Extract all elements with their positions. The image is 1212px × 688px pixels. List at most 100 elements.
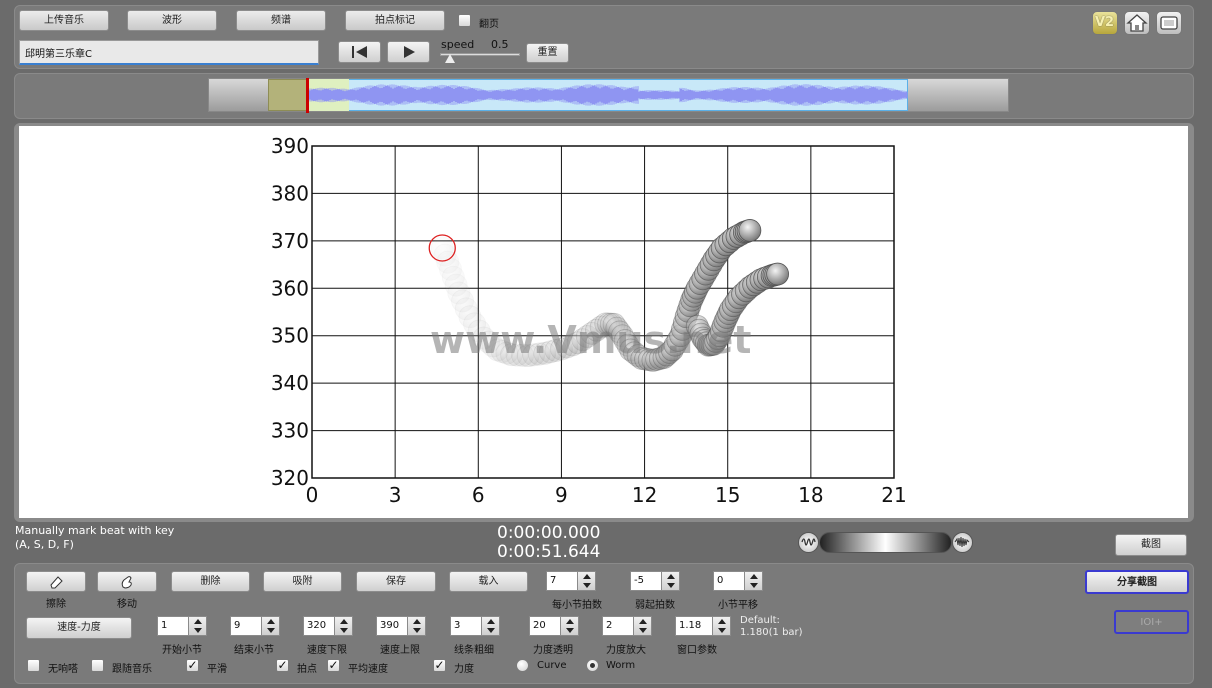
stepper-arrows-icon[interactable] [481, 617, 499, 635]
dynamics-label: 力度 [454, 664, 474, 675]
y-tick-label: 380 [271, 181, 309, 205]
tempo-max-value: 390 [380, 620, 400, 631]
skip-to-start-button[interactable] [338, 41, 381, 63]
play-button[interactable] [387, 41, 430, 63]
erase-button[interactable] [26, 571, 86, 592]
x-tick-label: 12 [632, 483, 657, 507]
volume-slider[interactable] [819, 532, 952, 553]
share-screenshot-button[interactable]: 分享截图 [1085, 570, 1189, 594]
x-tick-label: 6 [472, 483, 485, 507]
move-button[interactable] [97, 571, 157, 592]
track-name-text: 邱明第三乐章C [25, 49, 92, 60]
home-icon [1126, 14, 1148, 32]
avg-tempo-label: 平均速度 [348, 664, 388, 675]
upload-music-button[interactable]: 上传音乐 [19, 10, 109, 31]
bar-offset-value: 0 [717, 575, 724, 586]
x-tick-label: 21 [881, 483, 906, 507]
playhead-cursor[interactable] [306, 78, 309, 113]
no-tick-checkbox[interactable] [27, 659, 40, 672]
pickup-beats-stepper[interactable]: -5 [630, 571, 680, 591]
tempo-dynamics-button[interactable]: 速度-力度 [26, 617, 132, 639]
wave-high-icon [954, 536, 970, 548]
avg-tempo-checkbox[interactable]: ✓ [327, 659, 340, 672]
home-button[interactable] [1124, 11, 1150, 35]
dynamics-scale-stepper[interactable]: 2 [602, 616, 652, 636]
y-tick-label: 370 [271, 229, 309, 253]
total-time: 0:00:51.644 [497, 542, 601, 562]
stepper-arrows-icon[interactable] [661, 572, 679, 590]
curve-radio[interactable] [516, 659, 529, 672]
stepper-arrows-icon[interactable] [712, 617, 730, 635]
bar-offset-stepper[interactable]: 0 [713, 571, 763, 591]
stepper-arrows-icon[interactable] [577, 572, 595, 590]
start-bar-stepper[interactable]: 1 [157, 616, 207, 636]
waveform-button[interactable]: 波形 [127, 10, 217, 31]
stepper-arrows-icon[interactable] [334, 617, 352, 635]
y-tick-label: 360 [271, 276, 309, 300]
tempo-min-value: 320 [307, 620, 327, 631]
v2-button[interactable]: V2 [1092, 11, 1118, 35]
line-width-stepper[interactable]: 3 [450, 616, 500, 636]
save-button[interactable]: 保存 [356, 571, 436, 592]
flip-page-checkbox[interactable] [458, 14, 471, 27]
fullscreen-icon [1160, 16, 1178, 30]
volume-low-button[interactable] [798, 532, 819, 553]
worm-radio[interactable] [586, 659, 599, 672]
beats-per-bar-stepper[interactable]: 7 [546, 571, 596, 591]
worm-point [738, 219, 762, 242]
window-param-stepper[interactable]: 1.18 [675, 616, 731, 636]
curve-label: Curve [537, 660, 567, 671]
beat-point-checkbox[interactable]: ✓ [276, 659, 289, 672]
skip-start-icon [351, 46, 367, 58]
tempo-min-stepper[interactable]: 320 [303, 616, 353, 636]
start-bar-value: 1 [161, 620, 168, 631]
delete-button[interactable]: 删除 [171, 571, 250, 592]
smooth-label: 平滑 [207, 664, 227, 675]
y-tick-label: 350 [271, 324, 309, 348]
pickup-beats-value: -5 [634, 575, 644, 586]
line-width-label: 线条粗细 [454, 645, 494, 656]
dynamics-opacity-stepper[interactable]: 20 [529, 616, 579, 636]
stepper-arrows-icon[interactable] [261, 617, 279, 635]
tempo-min-label: 速度下限 [307, 645, 347, 656]
follow-music-label: 跟随音乐 [112, 664, 152, 675]
speed-label: speed [441, 38, 475, 51]
x-tick-label: 18 [798, 483, 823, 507]
screenshot-button[interactable]: 截图 [1115, 534, 1187, 556]
worm-label: Worm [606, 660, 636, 671]
follow-music-checkbox[interactable] [91, 659, 104, 672]
end-bar-label: 结束小节 [234, 645, 274, 656]
beat-key-hint-keys: (A, S, D, F) [15, 538, 74, 551]
stepper-arrows-icon[interactable] [744, 572, 762, 590]
dynamics-opacity-label: 力度透明 [533, 645, 573, 656]
default-value: 1.180(1 bar) [740, 627, 803, 638]
eraser-icon [50, 576, 63, 589]
reset-button[interactable]: 重置 [526, 43, 569, 63]
spectrum-button[interactable]: 频谱 [236, 10, 326, 31]
snap-button[interactable]: 吸附 [263, 571, 342, 592]
line-width-value: 3 [454, 620, 461, 631]
stepper-arrows-icon[interactable] [560, 617, 578, 635]
y-tick-label: 320 [271, 466, 309, 490]
waveform-graphic [308, 84, 908, 106]
smooth-checkbox[interactable]: ✓ [186, 659, 199, 672]
end-bar-stepper[interactable]: 9 [230, 616, 280, 636]
y-tick-label: 390 [271, 134, 309, 158]
stepper-arrows-icon[interactable] [188, 617, 206, 635]
waveform-path [308, 84, 908, 106]
speed-slider-thumb[interactable] [444, 54, 455, 63]
volume-high-button[interactable] [952, 532, 973, 553]
dynamics-opacity-value: 20 [533, 620, 546, 631]
stepper-arrows-icon[interactable] [633, 617, 651, 635]
track-name-field[interactable]: 邱明第三乐章C [19, 40, 319, 65]
fullscreen-button[interactable] [1156, 11, 1182, 35]
current-time: 0:00:00.000 [497, 523, 601, 543]
ioi-button[interactable]: IOI+ [1114, 610, 1189, 634]
load-button[interactable]: 载入 [449, 571, 528, 592]
beat-key-hint: Manually mark beat with key [15, 524, 175, 537]
default-label: Default: [740, 615, 780, 626]
tempo-max-stepper[interactable]: 390 [376, 616, 426, 636]
beat-mark-button[interactable]: 拍点标记 [345, 10, 445, 31]
stepper-arrows-icon[interactable] [407, 617, 425, 635]
dynamics-checkbox[interactable]: ✓ [433, 659, 446, 672]
